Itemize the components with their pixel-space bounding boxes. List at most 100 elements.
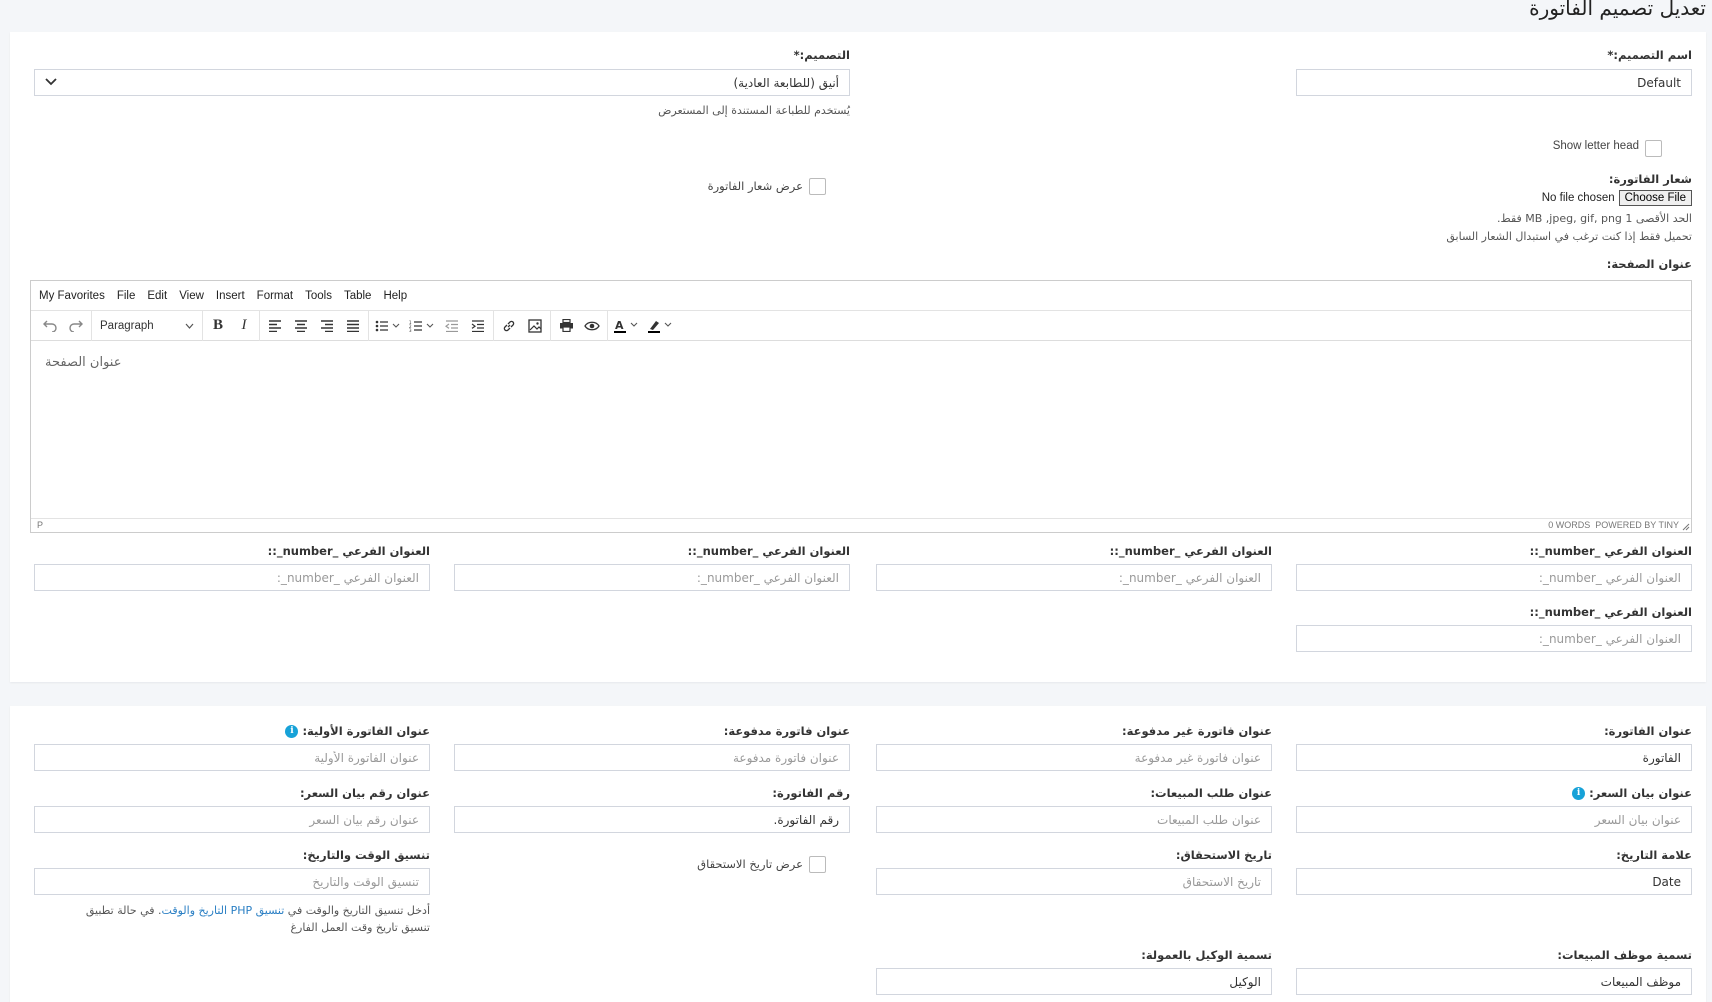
invoice-no-input[interactable]: [454, 806, 850, 833]
labels-settings-card: عنوان الفاتورة: عنوان فاتورة غير مدفوعة:…: [10, 706, 1706, 1002]
show-invoice-logo-checkbox[interactable]: [809, 178, 826, 195]
sub-heading-2-input[interactable]: [876, 564, 1272, 591]
show-due-date-checkbox[interactable]: [809, 856, 826, 873]
header-text-label: عنوان الصفحة:: [1606, 257, 1692, 271]
php-datetime-link[interactable]: تنسيق PHP التاريخ والوقت: [162, 904, 285, 917]
sales-order-heading-input[interactable]: [876, 806, 1272, 833]
commission-agent-input[interactable]: [876, 968, 1272, 995]
sub-heading-5-input[interactable]: [1296, 625, 1692, 652]
invoice-no-label: رقم الفاتورة:: [772, 786, 850, 800]
unpaid-heading-label: عنوان فاتورة غير مدفوعة:: [1122, 724, 1272, 738]
proforma-heading-label: عنوان الفاتورة الأولية: i: [285, 724, 430, 738]
sub-heading-5-label: العنوان الفرعي _number_::: [1529, 605, 1692, 619]
date-label-input[interactable]: [1296, 868, 1692, 895]
datetime-format-input[interactable]: [34, 868, 430, 895]
datetime-help-line2: تنسيق تاريخ وقت العمل الفارغ: [290, 921, 430, 934]
paid-heading-input[interactable]: [454, 744, 850, 771]
sub-heading-4-input[interactable]: [34, 564, 430, 591]
show-letter-head-checkbox[interactable]: [1645, 140, 1662, 157]
invoice-logo-label: شعار الفاتورة:: [1608, 172, 1692, 186]
redo-icon[interactable]: [63, 314, 89, 338]
highlight-color-icon[interactable]: [644, 314, 678, 338]
editor-statusbar: P 0 WORDS POWERED BY TINY: [31, 518, 1691, 532]
choose-file-button[interactable]: Choose File: [1618, 190, 1692, 206]
block-format-value: Paragraph: [100, 319, 154, 332]
invoice-heading-input[interactable]: [1296, 744, 1692, 771]
preview-icon[interactable]: [579, 314, 605, 338]
invoice-heading-label: عنوان الفاتورة:: [1604, 724, 1692, 738]
menu-view[interactable]: View: [179, 290, 204, 302]
bold-icon[interactable]: B: [205, 314, 231, 338]
menu-table[interactable]: Table: [344, 290, 372, 302]
proforma-heading-input[interactable]: [34, 744, 430, 771]
text-color-icon[interactable]: A: [610, 314, 644, 338]
resize-handle-icon[interactable]: [1682, 523, 1690, 531]
svg-text:A: A: [615, 319, 624, 332]
link-icon[interactable]: [496, 314, 522, 338]
italic-icon[interactable]: I: [231, 314, 257, 338]
outdent-icon[interactable]: [439, 314, 465, 338]
design-name-label: اسم التصميم:*: [1607, 48, 1692, 62]
sub-heading-2-label: العنوان الفرعي _number_::: [1109, 544, 1272, 558]
chevron-down-icon: [45, 76, 57, 89]
commission-agent-label: تسمية الوكيل بالعمولة:: [1141, 948, 1272, 962]
align-justify-icon[interactable]: [340, 314, 366, 338]
quotation-heading-text: عنوان بيان السعر:: [1589, 786, 1692, 800]
design-settings-card: اسم التصميم:* التصميم:* أنيق (للطابعة ال…: [10, 32, 1706, 682]
sub-heading-1-label: العنوان الفرعي _number_::: [1529, 544, 1692, 558]
numbered-list-icon[interactable]: 123: [405, 314, 439, 338]
design-select[interactable]: أنيق (للطابعة العادية): [34, 69, 850, 96]
sub-heading-3-input[interactable]: [454, 564, 850, 591]
menu-format[interactable]: Format: [257, 290, 293, 302]
bullet-list-icon[interactable]: [371, 314, 405, 338]
align-left-icon[interactable]: [262, 314, 288, 338]
menu-my-favorites[interactable]: My Favorites: [39, 290, 105, 302]
design-name-input[interactable]: [1296, 69, 1692, 96]
datetime-format-label: تنسيق الوقت والتاريخ:: [302, 848, 430, 862]
menu-help[interactable]: Help: [383, 290, 407, 302]
date-label-label: علامة التاريخ:: [1616, 848, 1692, 862]
menu-edit[interactable]: Edit: [147, 290, 167, 302]
sales-person-input[interactable]: [1296, 968, 1692, 995]
editor-word-count: 0 WORDS POWERED BY TINY: [1548, 520, 1679, 530]
proforma-heading-text: عنوان الفاتورة الأولية:: [302, 724, 430, 738]
paid-heading-label: عنوان فاتورة مدفوعة:: [723, 724, 850, 738]
design-label: التصميم:*: [793, 48, 850, 62]
editor-menubar: My Favorites File Edit View Insert Forma…: [31, 281, 1691, 311]
indent-icon[interactable]: [465, 314, 491, 338]
sub-heading-1-input[interactable]: [1296, 564, 1692, 591]
datetime-help-text-b: . في حالة تطبيق: [85, 904, 162, 917]
undo-icon[interactable]: [37, 314, 63, 338]
logo-help-replace: تحميل فقط إذا كنت ترغب في استبدال الشعار…: [1446, 230, 1692, 243]
print-icon[interactable]: [553, 314, 579, 338]
menu-insert[interactable]: Insert: [216, 290, 245, 302]
quotation-heading-input[interactable]: [1296, 806, 1692, 833]
quotation-no-label: عنوان رقم بيان السعر:: [299, 786, 430, 800]
sub-heading-4-label: العنوان الفرعي _number_::: [267, 544, 430, 558]
file-input[interactable]: No file chosen Choose File: [1542, 190, 1692, 206]
info-icon[interactable]: i: [1572, 787, 1586, 800]
show-invoice-logo-label: عرض شعار الفاتورة: [707, 179, 803, 193]
design-select-value: أنيق (للطابعة العادية): [733, 75, 839, 90]
quotation-heading-label: عنوان بيان السعر: i: [1572, 786, 1692, 800]
quotation-no-input[interactable]: [34, 806, 430, 833]
design-help: يُستخدم للطباعة المستندة إلى المستعرض: [658, 104, 850, 117]
image-icon[interactable]: [522, 314, 548, 338]
align-right-icon[interactable]: [314, 314, 340, 338]
menu-tools[interactable]: Tools: [305, 290, 332, 302]
show-letter-head-label: Show letter head: [1552, 140, 1639, 152]
unpaid-heading-input[interactable]: [876, 744, 1272, 771]
chevron-down-icon: [185, 323, 194, 329]
due-date-label: تاريخ الاستحقاق:: [1175, 848, 1272, 862]
block-format-select[interactable]: Paragraph: [94, 314, 200, 338]
show-due-date-label: عرض تاريخ الاستحقاق: [697, 857, 803, 871]
editor-toolbar: Paragraph B I 123 A: [31, 310, 1691, 341]
editor-path: P: [37, 520, 44, 530]
editor-content[interactable]: عنوان الصفحة: [45, 355, 121, 370]
align-center-icon[interactable]: [288, 314, 314, 338]
info-icon[interactable]: i: [285, 725, 299, 738]
due-date-input[interactable]: [876, 868, 1272, 895]
menu-file[interactable]: File: [117, 290, 136, 302]
datetime-help: أدخل تنسيق التاريخ والوقت في تنسيق PHP ا…: [86, 902, 430, 936]
sub-heading-3-label: العنوان الفرعي _number_::: [687, 544, 850, 558]
